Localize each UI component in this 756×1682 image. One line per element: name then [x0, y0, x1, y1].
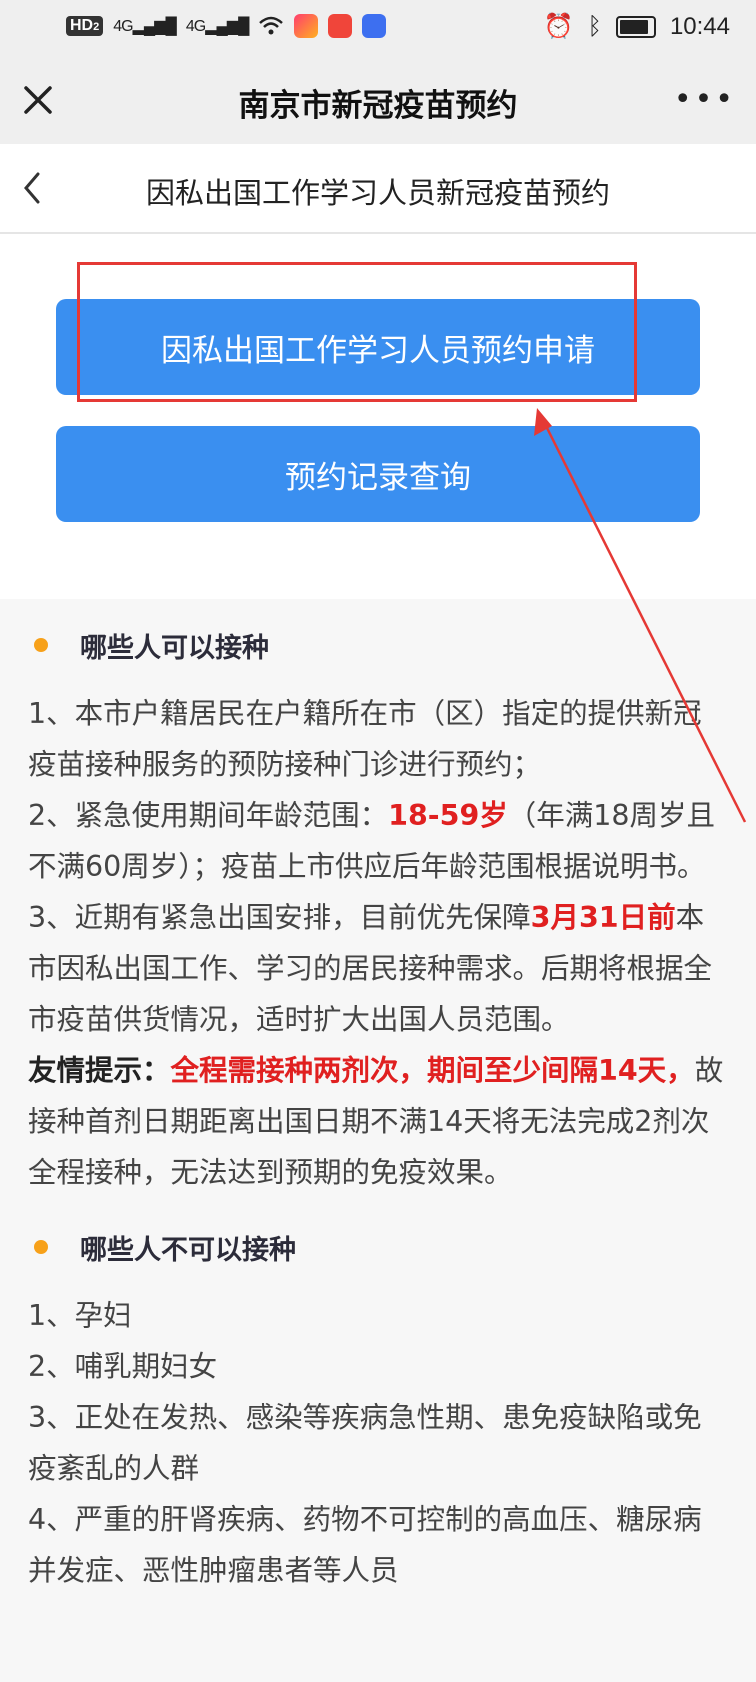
app-title-bar: 南京市新冠疫苗预约 ••• — [0, 56, 756, 144]
page-title: 南京市新冠疫苗预约 — [238, 88, 518, 124]
ineligible-item: 2、哺乳期妇女 — [28, 1350, 218, 1383]
ineligible-item: 3、正处在发热、感染等疾病急性期、患免疫缺陷或免疫紊乱的人群 — [28, 1401, 702, 1485]
video-app-icon — [294, 14, 319, 38]
alarm-icon: ⏰ — [543, 13, 574, 40]
more-options-icon[interactable]: ••• — [674, 85, 736, 115]
sub-title: 因私出国工作学习人员新冠疫苗预约 — [145, 176, 610, 210]
bluetooth-icon: ᛒ — [587, 12, 602, 40]
info-content: 哪些人可以接种 1、本市户籍居民在户籍所在市（区）指定的提供新冠疫苗接种服务的预… — [0, 599, 756, 1682]
ineligible-item: 1、孕妇 — [28, 1299, 132, 1332]
action-buttons: 因私出国工作学习人员预约申请 预约记录查询 — [0, 234, 756, 599]
bullet-dot-icon — [34, 638, 48, 652]
sub-header: 因私出国工作学习人员新冠疫苗预约 — [0, 144, 756, 234]
clock: 10:44 — [669, 12, 730, 40]
apply-button[interactable]: 因私出国工作学习人员预约申请 — [56, 299, 700, 395]
status-bar: HD2 4G▂▄▆█ 4G▂▄▆█ ⏰ ᛒ 10:44 — [0, 0, 756, 56]
section-heading-ineligible: 哪些人不可以接种 — [28, 1226, 728, 1268]
eligible-item-3: 3、近期有紧急出国安排，目前优先保障3月31日前本市因私出国工作、学习的居民接种… — [28, 901, 713, 1036]
bullet-dot-icon — [34, 1240, 48, 1254]
signal-icon-2: 4G▂▄▆█ — [185, 18, 250, 35]
section-heading-eligible: 哪些人可以接种 — [28, 624, 728, 666]
query-records-button[interactable]: 预约记录查询 — [56, 426, 700, 522]
signal-icon: 4G▂▄▆█ — [113, 18, 177, 35]
store-app-icon — [328, 14, 353, 38]
friendly-tip: 友情提示：全程需接种两剂次，期间至少间隔14天，故接种首剂日期距离出国日期不满1… — [28, 1054, 724, 1189]
news-app-icon — [362, 14, 387, 38]
battery-icon — [615, 15, 656, 38]
eligible-item-2: 2、紧急使用期间年龄范围：18-59岁（年满18周岁且不满60周岁）；疫苗上市供… — [28, 799, 716, 883]
ineligible-item: 4、严重的肝肾疾病、药物不可控制的高血压、糖尿病并发症、恶性肿瘤患者等人员 — [28, 1503, 702, 1587]
eligible-item-1: 1、本市户籍居民在户籍所在市（区）指定的提供新冠疫苗接种服务的预防接种门诊进行预… — [28, 697, 702, 781]
wifi-icon — [259, 16, 284, 35]
hd-indicator: HD2 — [66, 16, 104, 36]
